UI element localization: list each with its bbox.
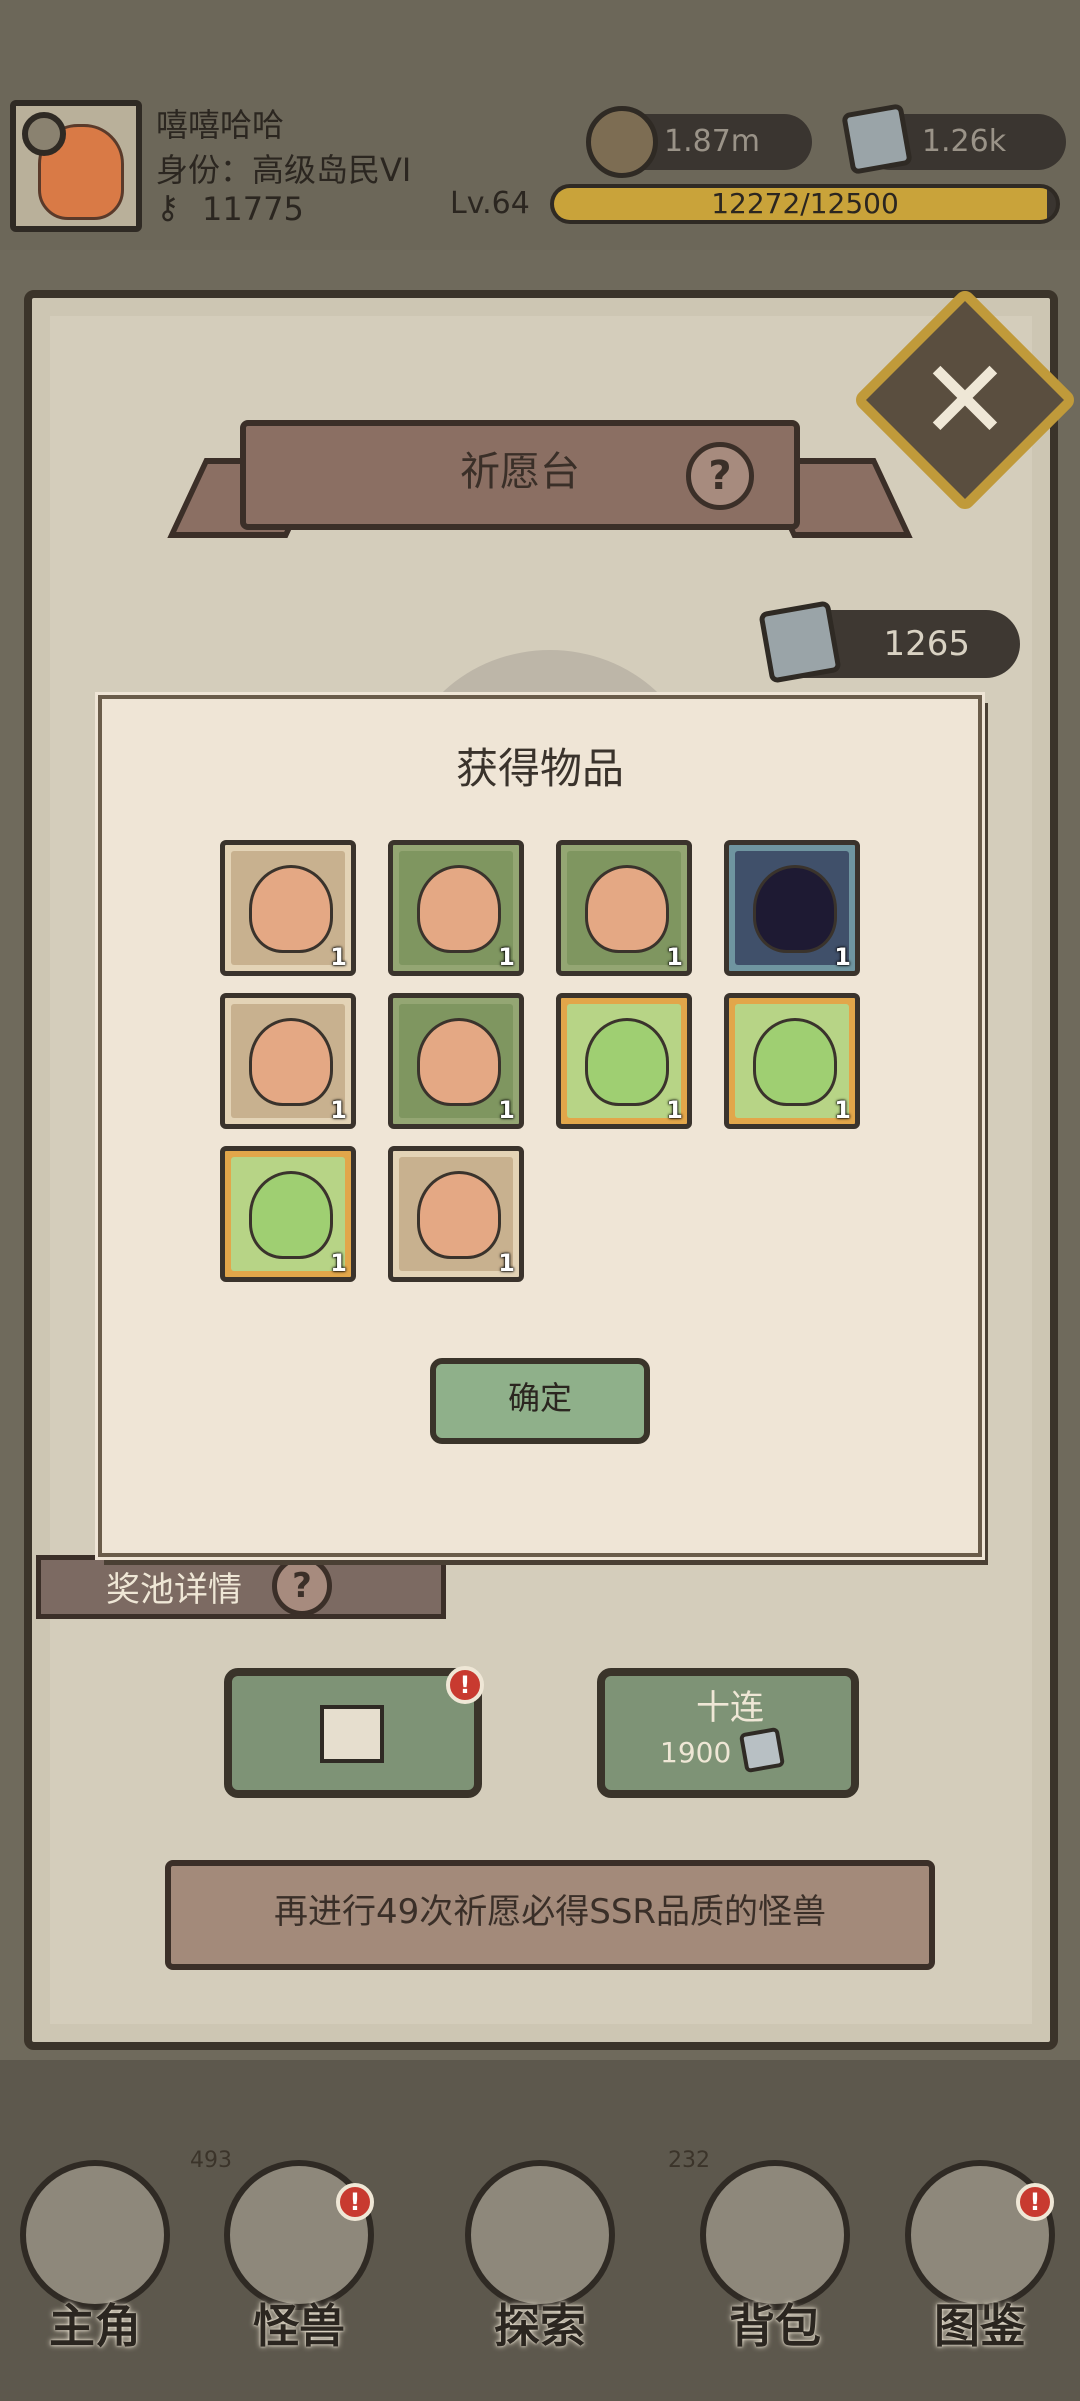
nav-label: 图鉴	[934, 2299, 1026, 2353]
chest-mimic-monster-icon	[249, 1018, 333, 1106]
gem-icon	[841, 103, 913, 175]
nav-label: 探索	[494, 2299, 586, 2353]
dialog-title: 获得物品	[455, 744, 624, 793]
reward-item-count: 1	[330, 1249, 347, 1277]
bear-girl-icon	[753, 1018, 837, 1106]
ten-wish-label: 十连	[696, 1688, 764, 1728]
reward-item-green-hair-girl[interactable]: 1	[220, 1146, 356, 1282]
reward-item-fire-spirit[interactable]: 1	[388, 1146, 524, 1282]
farm-count-right: 232	[668, 2148, 710, 2173]
reward-item-count: 1	[834, 943, 851, 971]
nav-label: 怪兽	[253, 2299, 345, 2353]
key-count: 11775	[202, 190, 304, 228]
nav-label: 背包	[729, 2299, 821, 2353]
farm-count-left: 493	[190, 2148, 232, 2173]
reward-item-dark-egg[interactable]: 1	[724, 840, 860, 976]
coin-amount: 1.87m	[663, 124, 761, 159]
gem-balance-value: 1265	[883, 624, 970, 664]
map-icon	[465, 2160, 615, 2310]
close-icon: ✕	[918, 336, 1012, 464]
gear-icon[interactable]	[22, 112, 66, 156]
gem-icon	[758, 600, 842, 684]
backpack-icon	[700, 2160, 850, 2310]
gem-icon	[738, 1726, 786, 1774]
axolotl-monster-icon	[249, 865, 333, 953]
gem-amount: 1.26k	[921, 124, 1007, 159]
player-name: 嘻嘻哈哈	[156, 106, 285, 144]
notification-badge: !	[446, 1666, 484, 1704]
nav-explore[interactable]: 探索	[455, 2160, 625, 2360]
reward-item-count: 1	[498, 1096, 515, 1124]
reward-item-pink-slime-monster[interactable]: 1	[556, 840, 692, 976]
nav-protagonist[interactable]: 主角	[10, 2160, 180, 2360]
top-hud: 嘻嘻哈哈 身份：高级岛民VI ⚷ 11775 1.87m 1.26k Lv.64…	[0, 0, 1080, 250]
player-rank: 身份：高级岛民VI	[156, 151, 412, 189]
helmet-icon	[20, 2160, 170, 2310]
player-avatar[interactable]	[10, 100, 142, 232]
pool-help-icon[interactable]: ?	[272, 1556, 332, 1616]
nav-backpack[interactable]: 背包	[690, 2160, 860, 2360]
ten-wish-cost: 1900	[660, 1736, 732, 1769]
green-hair-girl-icon	[249, 1171, 333, 1259]
nav-monsters-badge: !	[336, 2183, 374, 2221]
guarantee-text: 再进行49次祈愿必得SSR品质的怪兽	[273, 1892, 827, 1932]
reward-item-green-slime-girl[interactable]: 1	[556, 993, 692, 1129]
reward-item-count: 1	[834, 1096, 851, 1124]
confirm-label: 确定	[507, 1379, 572, 1417]
mimic-jaws-monster-icon	[417, 865, 501, 953]
reward-item-count: 1	[666, 1096, 683, 1124]
xp-text: 12272/12500	[711, 187, 899, 220]
help-icon[interactable]: ?	[686, 442, 754, 510]
coin-icon	[586, 106, 658, 178]
reward-item-chest-mimic-monster[interactable]: 1	[220, 993, 356, 1129]
reward-item-count: 1	[666, 943, 683, 971]
reward-item-mimic-jaws-monster[interactable]: 1	[388, 840, 524, 976]
nav-codex-badge: !	[1016, 2183, 1054, 2221]
reward-item-count: 1	[498, 943, 515, 971]
nav-label: 主角	[49, 2299, 141, 2353]
plant-trap-monster-icon	[417, 1018, 501, 1106]
reward-item-count: 1	[330, 943, 347, 971]
prize-pool-label: 奖池详情	[106, 1570, 242, 1610]
pink-slime-monster-icon	[585, 865, 669, 953]
reward-item-count: 1	[498, 1249, 515, 1277]
dark-egg-icon	[753, 865, 837, 953]
reward-item-axolotl-monster[interactable]: 1	[220, 840, 356, 976]
xp-bar: 12272/12500	[550, 184, 1060, 224]
video-ad-icon	[320, 1705, 384, 1763]
green-slime-girl-icon	[585, 1018, 669, 1106]
reward-item-bear-girl[interactable]: 1	[724, 993, 860, 1129]
fire-spirit-icon	[417, 1171, 501, 1259]
reward-item-plant-trap-monster[interactable]: 1	[388, 993, 524, 1129]
reward-item-count: 1	[330, 1096, 347, 1124]
key-icon: ⚷	[156, 188, 180, 226]
player-level: Lv.64	[450, 186, 530, 221]
